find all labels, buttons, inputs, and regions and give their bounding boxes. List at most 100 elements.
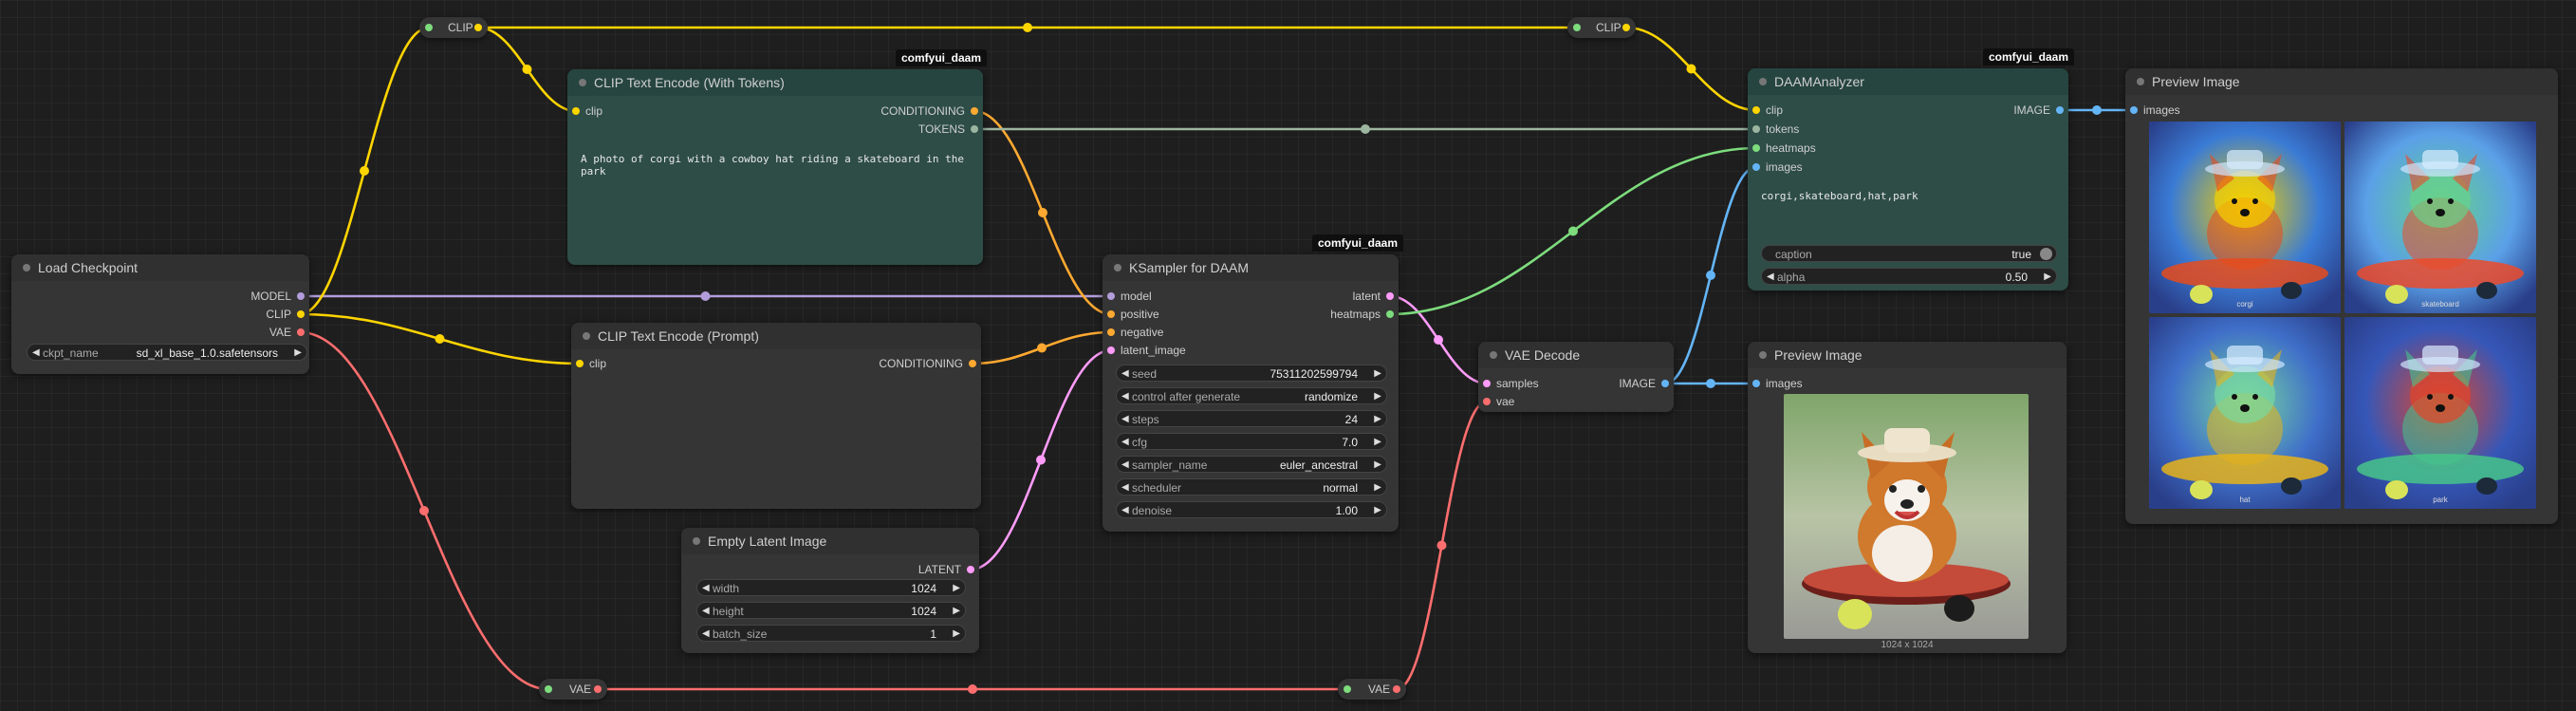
output-image[interactable]: IMAGE bbox=[1619, 376, 1669, 391]
input-clip[interactable]: clip bbox=[576, 356, 606, 371]
reroute-out-dot[interactable] bbox=[1393, 685, 1400, 693]
node-title[interactable]: CLIP Text Encode (With Tokens) bbox=[567, 69, 983, 96]
decrement-arrow-icon[interactable]: ◀ bbox=[702, 626, 710, 643]
node-title[interactable]: Empty Latent Image bbox=[681, 528, 979, 554]
decrement-arrow-icon[interactable]: ◀ bbox=[702, 603, 710, 620]
prompt-textarea[interactable] bbox=[581, 378, 972, 499]
clip-text-encode-prompt-node[interactable]: CLIP Text Encode (Prompt) clip CONDITION… bbox=[571, 323, 981, 509]
output-latent[interactable]: LATENT bbox=[918, 562, 974, 577]
reroute-in-dot[interactable] bbox=[1344, 685, 1351, 693]
conditioning-output-dot[interactable] bbox=[969, 360, 976, 367]
input-clip[interactable]: clip bbox=[572, 103, 602, 119]
input-positive[interactable]: positive bbox=[1107, 307, 1159, 322]
wire-reroute-bottom-to-vae-decode-midpoint[interactable] bbox=[1436, 540, 1447, 551]
clip-input-dot[interactable] bbox=[576, 360, 584, 367]
vae-decode-node[interactable]: VAE Decode samples vae IMAGE bbox=[1478, 342, 1674, 412]
reroute-out-dot[interactable] bbox=[594, 685, 602, 693]
increment-arrow-icon[interactable]: ▶ bbox=[2044, 269, 2051, 286]
wire-prompt-conditioning-to-negative-midpoint[interactable] bbox=[1037, 343, 1047, 353]
heatmaps-output-dot[interactable] bbox=[1386, 310, 1394, 318]
width-stepper[interactable]: ◀ width 1024 ▶ bbox=[696, 579, 966, 596]
output-latent[interactable]: latent bbox=[1353, 289, 1394, 304]
decrement-arrow-icon[interactable]: ◀ bbox=[1121, 457, 1129, 474]
reroute-clip-top-left[interactable]: CLIP bbox=[419, 17, 488, 38]
latent-output-dot[interactable] bbox=[967, 566, 974, 573]
increment-arrow-icon[interactable]: ▶ bbox=[1374, 365, 1381, 383]
increment-arrow-icon[interactable]: ▶ bbox=[1374, 434, 1381, 451]
reroute-in-dot[interactable] bbox=[425, 24, 433, 31]
wire-latent-to-ksampler-midpoint[interactable] bbox=[1036, 455, 1046, 465]
output-clip[interactable]: CLIP bbox=[266, 307, 305, 322]
clip-input-dot[interactable] bbox=[1752, 106, 1760, 114]
increment-arrow-icon[interactable]: ▶ bbox=[1374, 457, 1381, 474]
daam-analyzer-node[interactable]: DAAMAnalyzer clip tokens heatmaps images… bbox=[1748, 68, 2068, 290]
wire-tokens-conditioning-to-positive-midpoint[interactable] bbox=[1038, 208, 1047, 217]
decrement-arrow-icon[interactable]: ◀ bbox=[1121, 388, 1129, 405]
node-title[interactable]: CLIP Text Encode (Prompt) bbox=[571, 323, 981, 349]
decrement-arrow-icon[interactable]: ◀ bbox=[1767, 269, 1774, 286]
wire-reroute-bottom-left-to-right-midpoint[interactable] bbox=[968, 684, 977, 694]
wire-heatmaps-to-daam-midpoint[interactable] bbox=[1568, 226, 1578, 236]
images-input-dot[interactable] bbox=[2130, 106, 2138, 114]
caption-toggle[interactable]: caption true bbox=[1761, 245, 2057, 262]
node-title[interactable]: Preview Image bbox=[2125, 68, 2558, 95]
decrement-arrow-icon[interactable]: ◀ bbox=[1121, 434, 1129, 451]
output-conditioning[interactable]: CONDITIONING bbox=[880, 103, 978, 119]
wire-image-to-preview-midpoint[interactable] bbox=[1706, 379, 1715, 388]
wire-reroute-right-to-daam-midpoint[interactable] bbox=[1686, 64, 1696, 74]
output-model[interactable]: MODEL bbox=[250, 289, 305, 304]
denoise-stepper[interactable]: ◀ denoise 1.00 ▶ bbox=[1116, 501, 1387, 518]
sampler-name-combo[interactable]: ◀ sampler_name euler_ancestral ▶ bbox=[1116, 456, 1387, 473]
clip-output-dot[interactable] bbox=[297, 310, 305, 318]
node-graph-canvas[interactable]: CLIP CLIP VAE VAE Load Checkpoint MODEL … bbox=[0, 0, 2576, 711]
reroute-in-dot[interactable] bbox=[1573, 24, 1581, 31]
input-images[interactable]: images bbox=[1752, 159, 1803, 175]
control-after-generate-combo[interactable]: ◀ control after generate randomize ▶ bbox=[1116, 387, 1387, 404]
input-tokens[interactable]: tokens bbox=[1752, 122, 1799, 137]
decrement-arrow-icon[interactable]: ◀ bbox=[1121, 502, 1129, 519]
positive-input-dot[interactable] bbox=[1107, 310, 1115, 318]
reroute-clip-top-right[interactable]: CLIP bbox=[1567, 17, 1636, 38]
node-title[interactable]: KSampler for DAAM bbox=[1103, 254, 1399, 281]
vae-output-dot[interactable] bbox=[297, 328, 305, 336]
toggle-knob-icon[interactable] bbox=[2040, 248, 2052, 260]
input-heatmaps[interactable]: heatmaps bbox=[1752, 140, 1816, 156]
load-checkpoint-node[interactable]: Load Checkpoint MODEL CLIP VAE ◀ ckpt_na… bbox=[11, 254, 309, 374]
samples-input-dot[interactable] bbox=[1483, 380, 1491, 387]
empty-latent-image-node[interactable]: Empty Latent Image LATENT ◀ width 1024 ▶… bbox=[681, 528, 979, 653]
preview-image-node[interactable]: Preview Image images 1024 x 1024 bbox=[1748, 342, 2066, 653]
seed-stepper[interactable]: ◀ seed 75311202599794 ▶ bbox=[1116, 365, 1387, 382]
tokens-textarea[interactable]: corgi,skateboard,hat,park bbox=[1761, 190, 2046, 202]
tokens-input-dot[interactable] bbox=[1752, 125, 1760, 133]
ksampler-daam-node[interactable]: KSampler for DAAM model positive negativ… bbox=[1103, 254, 1399, 532]
reroute-out-dot[interactable] bbox=[1622, 24, 1630, 31]
wire-daam-image-to-preview-grid-midpoint[interactable] bbox=[2092, 105, 2102, 115]
node-title[interactable]: Preview Image bbox=[1748, 342, 2066, 368]
prompt-textarea[interactable]: A photo of corgi with a cowboy hat ridin… bbox=[581, 153, 970, 178]
latent-output-dot[interactable] bbox=[1386, 292, 1394, 300]
node-title[interactable]: VAE Decode bbox=[1478, 342, 1674, 368]
decrement-arrow-icon[interactable]: ◀ bbox=[1121, 365, 1129, 383]
input-clip[interactable]: clip bbox=[1752, 103, 1783, 118]
vae-input-dot[interactable] bbox=[1483, 398, 1491, 405]
input-vae[interactable]: vae bbox=[1483, 394, 1514, 409]
reroute-in-dot[interactable] bbox=[545, 685, 552, 693]
wire-image-to-daam-midpoint[interactable] bbox=[1706, 271, 1715, 280]
batch-size-stepper[interactable]: ◀ batch_size 1 ▶ bbox=[696, 625, 966, 642]
alpha-stepper[interactable]: ◀ alpha 0.50 ▶ bbox=[1761, 268, 2057, 285]
node-title[interactable]: DAAMAnalyzer bbox=[1748, 68, 2068, 95]
wire-model-to-ksampler-midpoint[interactable] bbox=[700, 291, 711, 301]
latent-input-dot[interactable] bbox=[1107, 346, 1115, 354]
increment-arrow-icon[interactable]: ▶ bbox=[1374, 479, 1381, 496]
wire-clip-to-prompt-midpoint[interactable] bbox=[435, 334, 445, 344]
image-output-dot[interactable] bbox=[1661, 380, 1669, 387]
clip-input-dot[interactable] bbox=[572, 107, 580, 115]
output-tokens[interactable]: TOKENS bbox=[918, 122, 978, 137]
reroute-vae-bottom-right[interactable]: VAE bbox=[1338, 679, 1406, 700]
decrement-arrow-icon[interactable]: ◀ bbox=[32, 345, 40, 362]
wire-reroute-to-clip-tokens-midpoint[interactable] bbox=[522, 65, 532, 74]
increment-arrow-icon[interactable]: ▶ bbox=[953, 580, 960, 597]
input-model[interactable]: model bbox=[1107, 289, 1152, 304]
input-images[interactable]: images bbox=[2130, 103, 2180, 118]
output-image[interactable]: IMAGE bbox=[2013, 103, 2064, 118]
